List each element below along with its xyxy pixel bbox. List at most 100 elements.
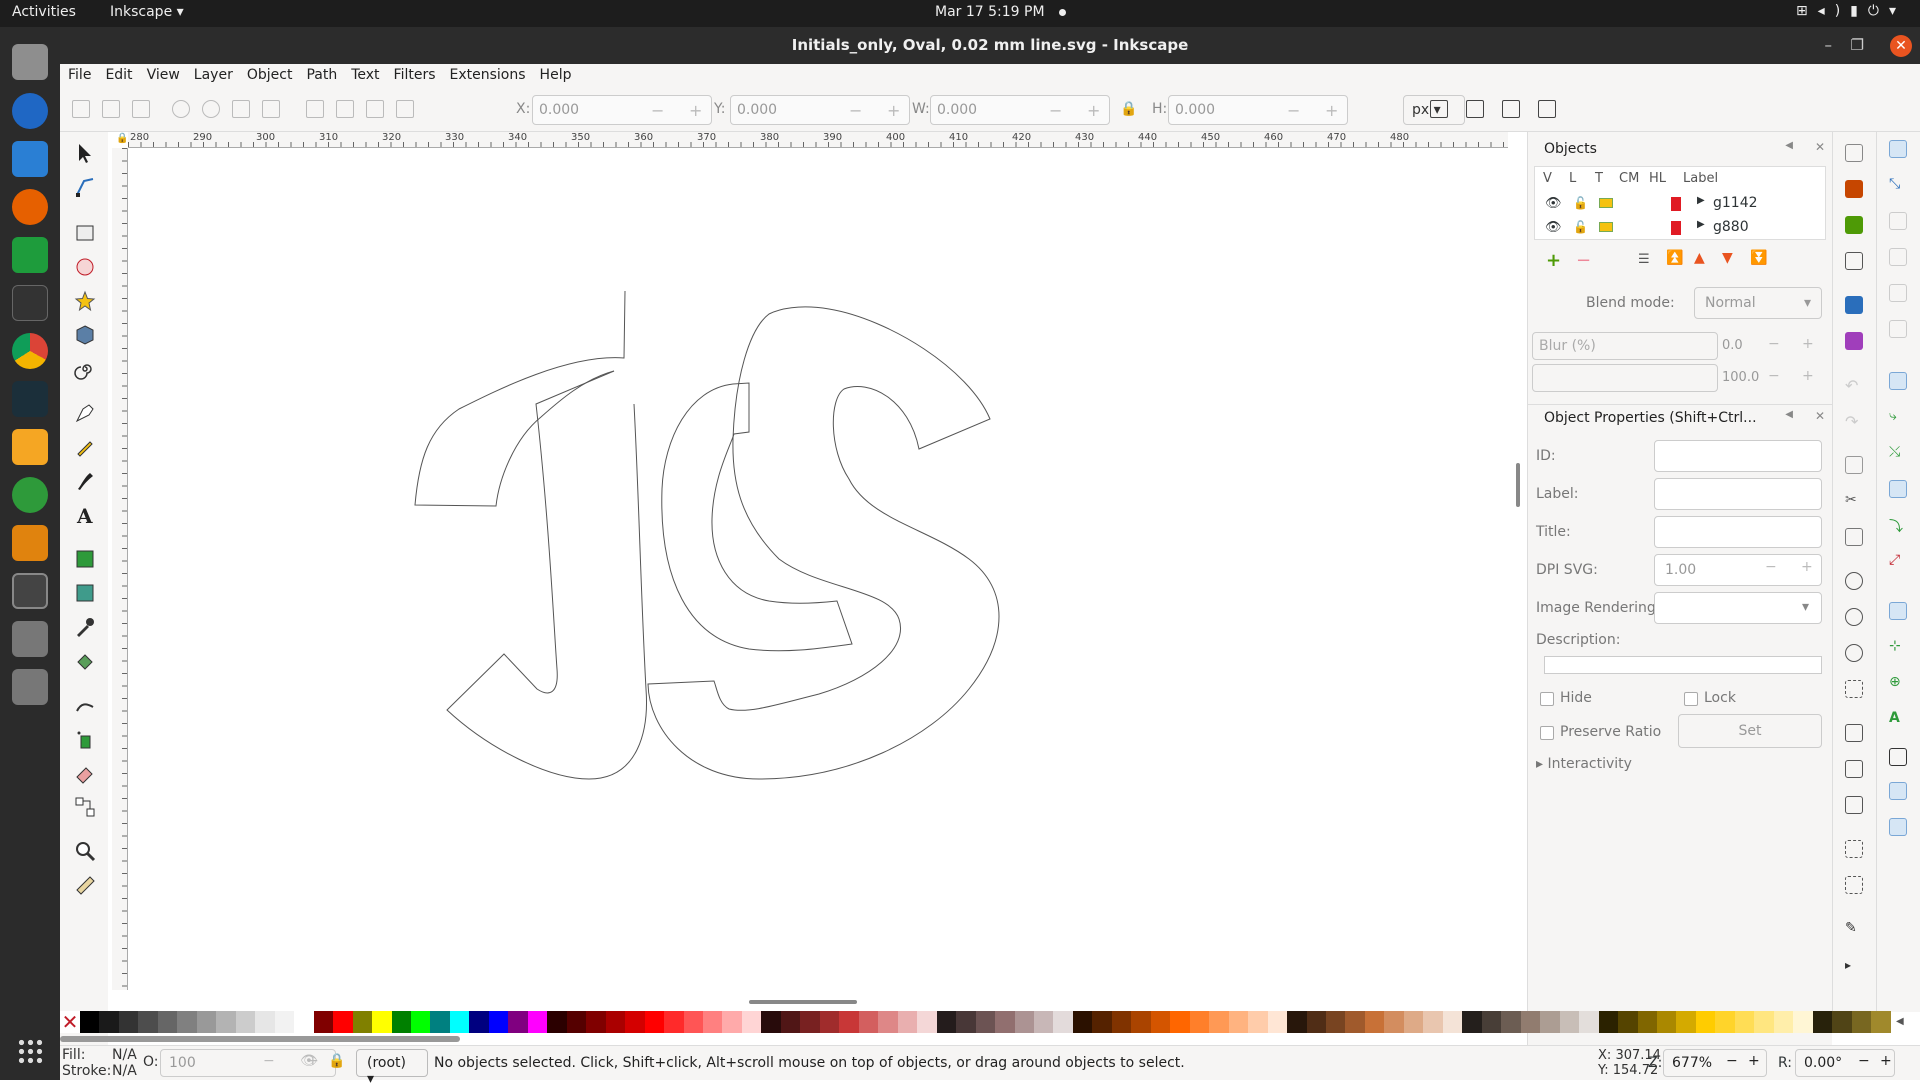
h-field[interactable]: 0.000 − + <box>1168 95 1348 125</box>
color-swatch[interactable] <box>995 1011 1015 1033</box>
color-swatch[interactable] <box>1170 1011 1190 1033</box>
lock-toggle-icon[interactable]: 🔓 <box>1573 220 1588 234</box>
color-swatch[interactable] <box>138 1011 158 1033</box>
menu-text[interactable]: Text <box>345 64 385 86</box>
pencil-tool-icon[interactable] <box>74 436 96 458</box>
more-commands-icon[interactable]: ▸ <box>1845 958 1863 976</box>
snap-cusp-nodes-icon[interactable] <box>1889 480 1907 498</box>
interactivity-expander[interactable]: ▸ Interactivity <box>1536 756 1632 772</box>
zoom-page-icon[interactable] <box>1845 644 1863 662</box>
color-swatch[interactable] <box>1520 1011 1541 1033</box>
color-swatch[interactable] <box>333 1011 353 1033</box>
terminal-icon[interactable] <box>12 285 48 321</box>
flip-horizontal-icon[interactable] <box>232 100 250 118</box>
x-field[interactable]: 0.000 − + <box>532 95 712 125</box>
rotation-decrement-icon[interactable]: − <box>1858 1053 1870 1069</box>
calc-icon[interactable] <box>12 237 48 273</box>
color-swatch[interactable] <box>1033 1011 1054 1033</box>
color-swatch[interactable] <box>235 1011 256 1033</box>
snap-text-baseline-icon[interactable]: A <box>1889 710 1907 728</box>
text-tool-icon[interactable]: A <box>74 504 96 526</box>
menu-view[interactable]: View <box>141 64 186 86</box>
layer-select[interactable]: (root) ▾ <box>356 1049 428 1087</box>
lower-to-bottom-icon[interactable]: ⏬ <box>1750 250 1767 266</box>
add-layer-icon[interactable]: + <box>1546 250 1561 271</box>
color-swatch[interactable] <box>703 1011 723 1033</box>
measure-tool-icon[interactable] <box>74 874 96 896</box>
menu-layer[interactable]: Layer <box>188 64 239 86</box>
color-swatch[interactable] <box>469 1011 489 1033</box>
color-swatch[interactable] <box>449 1011 470 1033</box>
clock[interactable]: Mar 17 5:19 PM <box>935 4 1066 20</box>
rotate-ccw-icon[interactable] <box>172 100 190 118</box>
color-swatch[interactable] <box>274 1011 295 1033</box>
menu-object[interactable]: Object <box>241 64 299 86</box>
color-swatch[interactable] <box>1306 1011 1326 1033</box>
layer-lock-icon[interactable]: 🔒 <box>328 1053 345 1069</box>
color-swatch[interactable] <box>157 1011 178 1033</box>
window-titlebar[interactable]: Initials_only, Oval, 0.02 mm line.svg - … <box>60 27 1920 64</box>
ellipse-tool-icon[interactable] <box>74 256 96 278</box>
raise-to-top-icon[interactable]: ⏫ <box>1666 250 1683 266</box>
move-patterns-icon[interactable] <box>1538 100 1556 118</box>
zoom-selection-icon[interactable] <box>1845 572 1863 590</box>
layer-visibility-icon[interactable]: 👁 <box>300 1053 318 1069</box>
color-swatch[interactable] <box>1403 1011 1424 1033</box>
visibility-eye-icon[interactable]: 👁 <box>1545 220 1562 235</box>
eraser-tool-icon[interactable] <box>74 762 96 784</box>
group-icon[interactable] <box>1845 840 1863 858</box>
color-swatch[interactable] <box>1384 1011 1404 1033</box>
title-input[interactable] <box>1654 516 1822 548</box>
color-swatch[interactable] <box>1618 1011 1638 1033</box>
opacity-decrement-icon[interactable]: − <box>263 1053 275 1069</box>
color-swatch[interactable] <box>1267 1011 1288 1033</box>
color-swatch[interactable] <box>1072 1011 1093 1033</box>
color-swatch[interactable] <box>80 1011 100 1033</box>
x-increment-icon[interactable]: + <box>689 101 702 120</box>
x-decrement-icon[interactable]: − <box>651 101 664 120</box>
lower-to-bottom-icon[interactable] <box>306 100 324 118</box>
visibility-eye-icon[interactable]: 👁 <box>1545 196 1562 211</box>
color-swatch[interactable] <box>858 1011 879 1033</box>
snap-bbox-corners-icon[interactable] <box>1889 248 1907 266</box>
color-swatch[interactable] <box>527 1011 548 1033</box>
highlight-color-swatch[interactable] <box>1671 221 1681 235</box>
palette-scrollbar[interactable] <box>60 1036 460 1042</box>
palette-menu-icon[interactable]: ◀ <box>1896 1016 1904 1027</box>
zoom-width-icon[interactable] <box>1845 680 1863 698</box>
color-swatch[interactable] <box>741 1011 762 1033</box>
dpi-decrement-icon[interactable]: − <box>1765 559 1777 575</box>
lock-toggle-icon[interactable]: 🔓 <box>1573 196 1588 210</box>
color-swatch[interactable] <box>255 1011 275 1033</box>
object-label[interactable]: g880 <box>1713 219 1749 235</box>
color-swatch[interactable] <box>1481 1011 1502 1033</box>
zoom-tool-icon[interactable] <box>74 840 96 862</box>
select-all-icon[interactable] <box>72 100 90 118</box>
color-swatch[interactable] <box>819 1011 840 1033</box>
id-input[interactable] <box>1654 440 1822 472</box>
selector-tool-icon[interactable] <box>74 142 96 164</box>
rectangle-tool-icon[interactable] <box>74 222 96 244</box>
object-row[interactable]: 👁 🔓 ▶ g1142 <box>1535 191 1825 217</box>
blend-mode-select[interactable]: Normal ▾ <box>1694 287 1822 319</box>
color-swatch[interactable] <box>975 1011 996 1033</box>
color-swatch[interactable] <box>1656 1011 1677 1033</box>
snap-nodes-icon[interactable] <box>1889 372 1907 390</box>
unlink-clone-icon[interactable] <box>1845 796 1863 814</box>
color-swatch[interactable] <box>1871 1011 1891 1033</box>
color-swatch[interactable] <box>1695 1011 1716 1033</box>
color-swatch[interactable] <box>1715 1011 1735 1033</box>
object-settings-icon[interactable]: ☰ <box>1638 252 1650 267</box>
dropper-tool-icon[interactable] <box>74 616 96 638</box>
color-swatch[interactable] <box>566 1011 587 1033</box>
color-swatch[interactable] <box>1773 1011 1794 1033</box>
show-applications-icon[interactable] <box>17 1038 43 1064</box>
snap-bbox-icon[interactable]: ⤡ <box>1889 176 1907 194</box>
color-swatch[interactable] <box>1754 1011 1774 1033</box>
undo-icon[interactable]: ↶ <box>1845 376 1863 395</box>
color-swatch[interactable] <box>1228 1011 1249 1033</box>
rotation-increment-icon[interactable]: + <box>1880 1053 1892 1069</box>
calligraphy-tool-icon[interactable] <box>74 470 96 492</box>
calculator-icon[interactable] <box>12 429 48 465</box>
snap-centers-icon[interactable]: ⊹ <box>1889 638 1907 656</box>
